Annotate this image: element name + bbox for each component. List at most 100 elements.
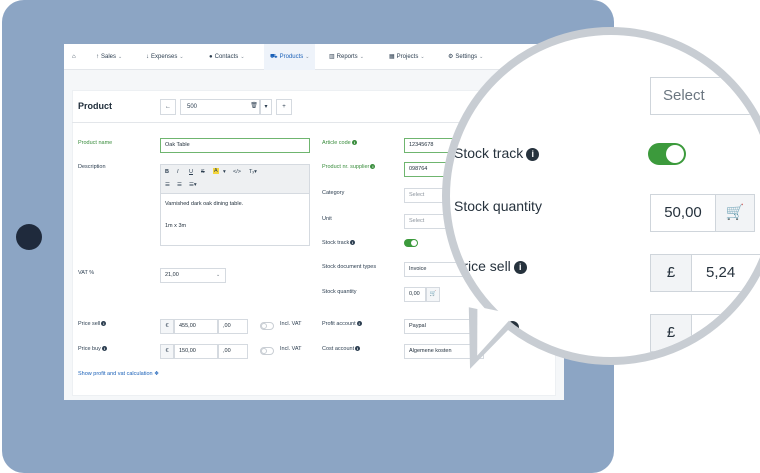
numbered-list-button[interactable]: ☰	[177, 182, 182, 188]
zoom-currency-addon: £	[650, 254, 692, 292]
cost-account-label: Cost account i	[322, 346, 361, 352]
nav-projects[interactable]: ▦ Projects ⌄	[389, 44, 425, 70]
home-icon: ⌂	[72, 54, 76, 60]
page-title: Product	[78, 101, 113, 111]
chevron-down-icon: ⌄	[479, 54, 484, 60]
settings-icon: ⚙	[448, 54, 454, 60]
currency-addon: €	[160, 344, 174, 359]
info-icon: i	[350, 240, 356, 246]
bullet-list-button[interactable]: ☰	[165, 182, 170, 188]
zoom-stock-quantity-input[interactable]: 50,00	[650, 194, 716, 232]
sales-icon: ↑	[96, 54, 99, 60]
info-icon: i	[513, 261, 527, 274]
nav-products[interactable]: ⛟ Products ⌄	[264, 44, 316, 70]
top-nav: ⌂ ↑ Sales ⌄ ↓ Expenses ⌄ ● Contacts ⌄ ⛟ Product…	[64, 44, 564, 70]
stock-track-label-text: Stock track	[322, 240, 350, 246]
cart-icon[interactable]: 🛒	[715, 194, 755, 232]
chevron-down-icon: ⌄	[305, 54, 310, 60]
projects-icon: ▦	[389, 54, 395, 60]
zoom-stock-track-toggle[interactable]	[648, 143, 686, 165]
stock-track-toggle[interactable]	[404, 239, 418, 247]
italic-button[interactable]: I	[177, 169, 179, 175]
contacts-icon: ●	[209, 54, 213, 60]
price-sell-input[interactable]: 455,00	[174, 319, 218, 334]
nav-label: Projects	[396, 54, 419, 60]
info-icon: i	[101, 321, 107, 327]
pager-add-button[interactable]: +	[276, 99, 292, 115]
zoom-select-field[interactable]: Select	[650, 77, 760, 115]
chevron-down-icon: ⌄	[118, 54, 123, 60]
show-profit-link[interactable]: Show profit and vat calculation ❖	[78, 371, 159, 377]
info-icon: i	[101, 346, 107, 352]
nav-contacts[interactable]: ● Contacts ⌄	[209, 44, 245, 70]
chevron-down-icon: ⌄	[420, 54, 425, 60]
code-button[interactable]: </>	[233, 169, 241, 175]
description-label: Description	[78, 164, 106, 170]
stock-track-label: Stock track i	[322, 240, 356, 246]
pager-prev-button[interactable]: ←	[160, 99, 176, 115]
nav-settings[interactable]: ⚙ Settings ⌄	[448, 44, 483, 70]
price-buy-label: Price buy i	[78, 346, 107, 352]
zoom-stock-track-text: Stock track	[454, 145, 524, 161]
stock-doc-label: Stock document types	[322, 264, 377, 270]
strikethrough-button[interactable]: S	[201, 169, 205, 175]
nav-sales[interactable]: ↑ Sales ⌄	[96, 44, 122, 70]
product-name-input[interactable]: Oak Table	[160, 138, 310, 153]
article-code-label: Article code i	[322, 140, 357, 146]
align-button[interactable]: ☰▾	[189, 182, 197, 188]
tablet-home-button	[16, 224, 42, 250]
nav-home[interactable]: ⌂	[72, 44, 78, 70]
unit-label: Unit	[322, 216, 332, 222]
profit-account-label-text: Profit account	[322, 321, 356, 327]
underline-button[interactable]: U	[189, 169, 193, 175]
stock-qty-label: Stock quantity	[322, 289, 357, 295]
price-sell-label: Price sell i	[78, 321, 107, 327]
zoom-price-sell-input[interactable]: 5,24	[691, 254, 760, 292]
nav-label: Settings	[455, 54, 478, 60]
incl-vat-buy-toggle[interactable]	[260, 347, 274, 355]
zoom-stock-quantity-label: Stock quantity	[454, 198, 542, 214]
pager-menu-button[interactable]: ▾	[260, 99, 272, 115]
price-buy-decimals-select[interactable]: ,00	[218, 344, 248, 359]
nav-reports[interactable]: ▥ Reports ⌄	[329, 44, 364, 70]
product-name-label: Product name	[78, 140, 113, 146]
description-line-1: Varnished dark oak dining table.	[165, 201, 244, 207]
reports-icon: ▥	[329, 54, 335, 60]
price-sell-decimals-select[interactable]: ,00	[218, 319, 248, 334]
vat-label: VAT %	[78, 270, 95, 276]
bold-button[interactable]: B	[165, 169, 169, 175]
zoom-price-buy-input[interactable]	[691, 314, 760, 352]
expenses-icon: ↓	[146, 54, 149, 60]
chevron-down-icon[interactable]: ▾	[223, 169, 226, 175]
text-color-button[interactable]: A	[213, 168, 219, 174]
nav-expenses[interactable]: ↓ Expenses ⌄	[146, 44, 184, 70]
zoom-price-sell-text: Price sell	[454, 258, 511, 274]
nav-label: Expenses	[151, 54, 178, 60]
incl-vat-label: Incl. VAT	[280, 321, 302, 327]
info-icon: i	[370, 164, 376, 170]
chevron-down-icon: ⌄	[240, 54, 245, 60]
chevron-down-icon: ⌄	[359, 54, 364, 60]
nav-label: Reports	[336, 54, 358, 60]
currency-addon: €	[160, 319, 174, 334]
zoom-stock-track-label: Stock track i	[454, 145, 540, 161]
zoom-price-sell-label: Price sell i	[454, 258, 527, 274]
description-editor[interactable]: B I U S A ▾ </> Tₓ▾ ☰ ☰ ☰▾ Varnished dar…	[160, 164, 310, 246]
price-buy-input[interactable]: 150,00	[174, 344, 218, 359]
incl-vat-label: Incl. VAT	[280, 346, 302, 352]
cart-icon[interactable]: 🛒	[426, 287, 440, 302]
supplier-label-text: Product nr. supplier	[322, 164, 370, 170]
cost-account-label-text: Cost account	[322, 346, 355, 352]
nav-label: Products	[279, 54, 304, 60]
category-label: Category	[322, 190, 345, 196]
article-code-label-text: Article code	[322, 140, 351, 146]
incl-vat-sell-toggle[interactable]	[260, 322, 274, 330]
profit-account-label: Profit account i	[322, 321, 362, 327]
stock-qty-input[interactable]: 0,00	[404, 287, 426, 302]
clear-format-button[interactable]: Tₓ▾	[249, 169, 257, 175]
info-icon: i	[526, 148, 540, 161]
chevron-down-icon: ⌄	[179, 54, 184, 60]
trash-icon[interactable]: 🗑	[248, 99, 260, 115]
title-divider	[72, 122, 512, 123]
supplier-label: Product nr. supplier i	[322, 164, 376, 170]
